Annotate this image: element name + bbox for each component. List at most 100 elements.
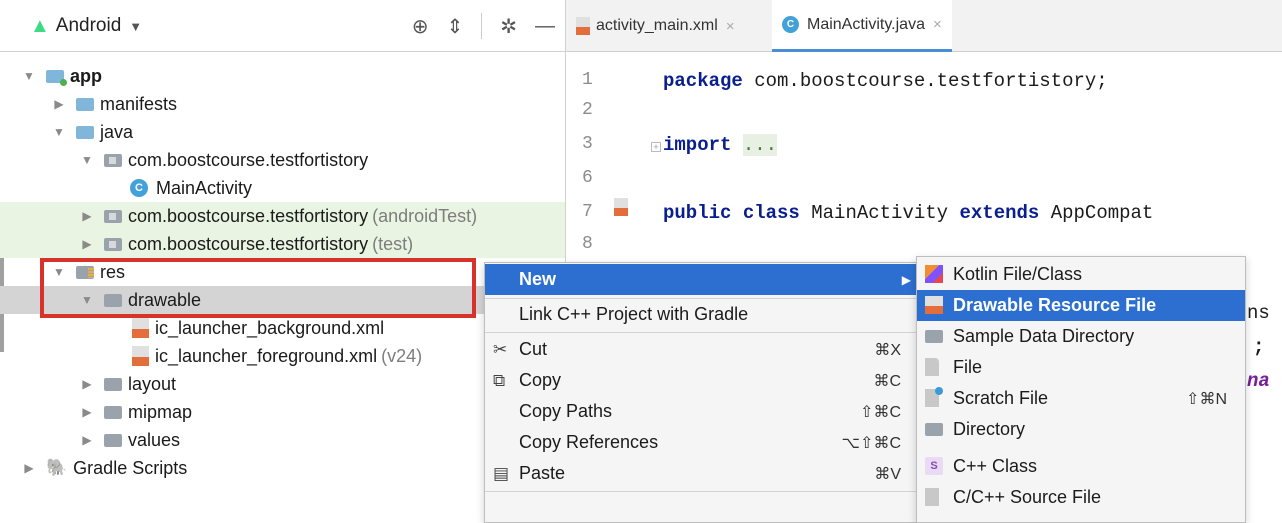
xml-file-icon	[576, 17, 590, 35]
tree-item-app[interactable]: ▼ app	[0, 62, 565, 90]
tree-item-label: com.boostcourse.testfortistory	[128, 233, 369, 254]
folder-icon	[104, 433, 122, 447]
cpp-class-icon: S	[925, 457, 943, 475]
code-line-1[interactable]: package com.boostcourse.testfortistory;	[663, 70, 1108, 92]
menu-item-shortcut: ⌘C	[873, 372, 901, 390]
menu-item-copy-references[interactable]: Copy References ⌥⇧⌘C	[485, 427, 917, 458]
source-file-icon	[925, 488, 939, 506]
line-number: 3	[582, 134, 593, 154]
tree-item-values[interactable]: ▶ values	[0, 426, 565, 454]
clipboard-icon: ▤	[493, 463, 510, 483]
project-panel: ▲ Android ▼ ⊕ ⇕ ✲ — ▼ app ▶ manifests ▼ …	[0, 0, 565, 523]
tree-item-package-androidtest[interactable]: ▶ com.boostcourse.testfortistory (androi…	[0, 202, 565, 230]
submenu-item-kotlin-file[interactable]: Kotlin File/Class	[917, 259, 1245, 290]
tree-item-package[interactable]: ▼ com.boostcourse.testfortistory	[0, 146, 565, 174]
menu-item-label: Copy	[519, 370, 562, 390]
tree-item-label: layout	[128, 373, 177, 394]
tree-item-label: com.boostcourse.testfortistory	[128, 205, 369, 226]
package-icon	[104, 153, 122, 167]
class-icon: C	[130, 179, 148, 197]
tree-item-gradle-scripts[interactable]: ▶ 🐘 Gradle Scripts	[0, 454, 565, 482]
menu-item-new[interactable]: New ▶	[485, 264, 917, 295]
menu-item-shortcut: ⌘X	[874, 341, 901, 359]
toolbar-divider	[481, 13, 483, 39]
code-line-3[interactable]: import ...	[663, 134, 778, 156]
kotlin-icon	[925, 265, 943, 283]
tree-item-label: ic_launcher_foreground.xml	[155, 345, 378, 366]
menu-item-label: Paste	[519, 463, 566, 483]
menu-item-cut[interactable]: ✂ Cut ⌘X	[485, 334, 917, 365]
copy-icon: ⧉	[493, 370, 506, 390]
module-folder-icon	[46, 69, 67, 86]
expand-arrow-icon[interactable]: ▶	[80, 237, 94, 251]
expand-arrow-icon[interactable]: ▶	[22, 461, 36, 475]
tree-item-mainactivity[interactable]: C MainActivity	[0, 174, 565, 202]
package-icon	[104, 209, 122, 223]
close-icon[interactable]: ×	[726, 18, 735, 35]
menu-item-copy[interactable]: ⧉ Copy ⌘C	[485, 365, 917, 396]
layout-file-gutter-icon[interactable]	[614, 198, 628, 216]
submenu-item-label: Directory	[953, 419, 1026, 439]
tree-item-manifests[interactable]: ▶ manifests	[0, 90, 565, 118]
menu-item-link-cpp-project[interactable]: Link C++ Project with Gradle	[485, 299, 917, 330]
menu-item-label: Link C++ Project with Gradle	[519, 304, 749, 324]
expand-arrow-icon[interactable]: ▼	[80, 153, 94, 167]
xml-file-icon	[132, 318, 149, 338]
menu-item-paste[interactable]: ▤ Paste ⌘V	[485, 458, 917, 489]
project-view-selector[interactable]: ▲ Android ▼	[30, 13, 142, 39]
tab-activity-main-xml[interactable]: activity_main.xml ×	[566, 0, 745, 52]
tree-item-ic-launcher-foreground[interactable]: ic_launcher_foreground.xml (v24)	[0, 342, 565, 370]
keyword: import	[663, 134, 732, 156]
expand-arrow-icon[interactable]: ▶	[52, 97, 66, 111]
submenu-item-scratch-file[interactable]: Scratch File ⇧⌘N	[917, 383, 1245, 414]
keyword: package	[663, 70, 743, 92]
folded-imports[interactable]: ...	[742, 134, 778, 156]
collapse-all-icon[interactable]: ⇕	[446, 14, 463, 39]
menu-item-shortcut: ⌘V	[874, 465, 901, 483]
expand-arrow-icon[interactable]: ▶	[80, 433, 94, 447]
tree-item-java[interactable]: ▼ java	[0, 118, 565, 146]
tree-item-suffix: (test)	[372, 233, 414, 254]
tree-item-layout[interactable]: ▶ layout	[0, 370, 565, 398]
expand-arrow-icon[interactable]: ▼	[22, 69, 36, 83]
package-icon	[104, 237, 122, 251]
submenu-item-directory[interactable]: Directory	[917, 414, 1245, 445]
chevron-down-icon: ▼	[129, 18, 143, 34]
xml-file-icon	[132, 346, 149, 366]
hide-panel-icon[interactable]: —	[535, 15, 555, 38]
code-text: com.boostcourse.testfortistory;	[742, 70, 1108, 92]
submenu-item-drawable-resource-file[interactable]: Drawable Resource File	[917, 290, 1245, 321]
submenu-item-label: Kotlin File/Class	[953, 264, 1083, 284]
close-icon[interactable]: ×	[933, 16, 942, 33]
expand-arrow-icon[interactable]: ▶	[80, 405, 94, 419]
expand-arrow-icon[interactable]: ▶	[80, 377, 94, 391]
code-line-7[interactable]: public class MainActivity extends AppCom…	[663, 202, 1153, 224]
code-text: AppCompat	[1039, 202, 1154, 224]
menu-item-label: New	[519, 269, 557, 289]
locate-icon[interactable]: ⊕	[412, 14, 429, 39]
menu-item-copy-paths[interactable]: Copy Paths ⇧⌘C	[485, 396, 917, 427]
file-icon	[925, 358, 939, 376]
submenu-item-file[interactable]: File	[917, 352, 1245, 383]
submenu-item-label: Drawable Resource File	[953, 295, 1157, 315]
line-number: 1	[582, 70, 593, 90]
expand-arrow-icon[interactable]: ▼	[52, 125, 66, 139]
fold-toggle-icon[interactable]: +	[651, 142, 661, 152]
menu-divider	[485, 332, 917, 333]
tab-mainactivity-java[interactable]: C MainActivity.java ×	[772, 0, 952, 52]
submenu-item-label: File	[953, 357, 983, 377]
gradle-icon: 🐘	[46, 458, 68, 477]
submenu-arrow-icon: ▶	[901, 272, 911, 287]
tree-item-package-test[interactable]: ▶ com.boostcourse.testfortistory (test)	[0, 230, 565, 258]
submenu-item-cpp-source-file[interactable]: C/C++ Source File	[917, 482, 1245, 513]
tree-item-ic-launcher-background[interactable]: ic_launcher_background.xml	[0, 314, 565, 342]
submenu-item-cpp-class[interactable]: S C++ Class	[917, 451, 1245, 482]
submenu-item-sample-data-directory[interactable]: Sample Data Directory	[917, 321, 1245, 352]
tab-label: activity_main.xml	[596, 17, 718, 34]
tree-item-suffix: (androidTest)	[372, 205, 478, 226]
gear-icon[interactable]: ✲	[500, 14, 517, 39]
submenu-item-shortcut: ⇧⌘N	[1186, 390, 1227, 408]
tree-item-mipmap[interactable]: ▶ mipmap	[0, 398, 565, 426]
expand-arrow-icon[interactable]: ▶	[80, 209, 94, 223]
line-number: 7	[582, 202, 593, 222]
